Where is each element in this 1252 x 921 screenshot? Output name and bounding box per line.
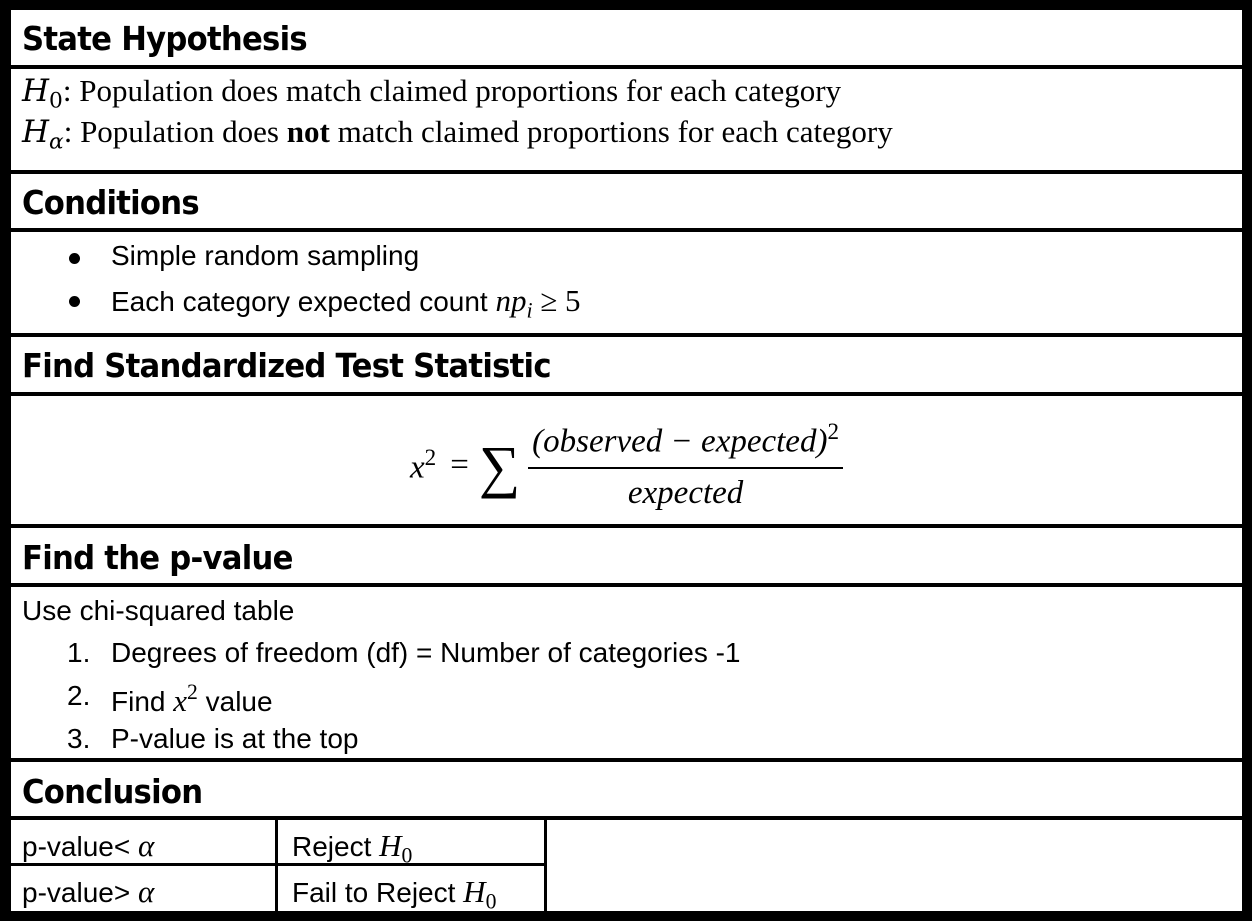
divider <box>11 228 1242 232</box>
formula-denominator: expected <box>627 474 744 511</box>
step-text: Degrees of freedom (df) = Number of cate… <box>111 637 741 668</box>
section-title-test-statistic: Find Standardized Test Statistic <box>22 346 552 385</box>
conclusion-result: Reject H0 <box>292 828 413 868</box>
h0-symbol: H0 <box>22 73 63 114</box>
divider <box>11 758 1242 762</box>
h0-text: : Population does match claimed proporti… <box>62 73 842 108</box>
alternative-hypothesis: Hα: Population does not match claimed pr… <box>22 116 893 153</box>
divider <box>11 170 1242 174</box>
formula-lhs: x2 <box>409 443 437 486</box>
table-row-divider <box>11 863 547 866</box>
section-title-p-value: Find the p-value <box>22 538 293 577</box>
ha-text-after: match claimed proportions for each categ… <box>329 114 893 149</box>
chi-square-formula: x2 = ∑ (observed − expected)2 expected <box>11 406 1242 524</box>
divider <box>11 524 1242 528</box>
step-text: P-value is at the top <box>111 723 359 754</box>
condition-item: Simple random sampling <box>111 240 420 271</box>
conclusion-condition: p-value> α <box>22 874 155 909</box>
conclusion-result: Fail to Reject H0 <box>292 874 497 914</box>
divider <box>11 392 1242 396</box>
step-number: 3. <box>67 723 91 754</box>
expected-count-math: npi ≥ 5 <box>495 283 581 323</box>
conclusion-condition: p-value< α <box>22 828 155 863</box>
ha-text-before: : Population does <box>63 114 287 149</box>
p-value-intro: Use chi-squared table <box>22 595 295 626</box>
hypothesis-test-summary-sheet: State Hypothesis H0: Population does mat… <box>11 10 1242 914</box>
section-title-state-hypothesis: State Hypothesis <box>22 19 308 58</box>
formula-numerator: (observed − expected)2 <box>528 418 843 469</box>
formula-fraction: (observed − expected)2 expected <box>528 418 843 512</box>
step-number: 2. <box>67 680 91 711</box>
divider <box>11 333 1242 337</box>
section-title-conditions: Conditions <box>22 183 200 222</box>
step-number: 1. <box>67 637 91 668</box>
divider <box>11 583 1242 587</box>
summation-icon: ∑ <box>478 434 521 499</box>
condition-item: Each category expected count npi ≥ 5 <box>111 283 581 323</box>
bullet-icon <box>69 253 80 264</box>
step-text: Find x2 value <box>111 680 273 718</box>
formula-equals: = <box>450 446 469 483</box>
bullet-icon <box>69 296 80 307</box>
null-hypothesis: H0: Population does match claimed propor… <box>22 75 841 112</box>
section-title-conclusion: Conclusion <box>22 772 203 811</box>
divider <box>11 65 1242 69</box>
ha-emphasis: not <box>286 114 330 149</box>
divider <box>11 816 1242 820</box>
ha-symbol: Hα <box>22 114 64 155</box>
chi-square-symbol: x2 <box>173 680 198 718</box>
